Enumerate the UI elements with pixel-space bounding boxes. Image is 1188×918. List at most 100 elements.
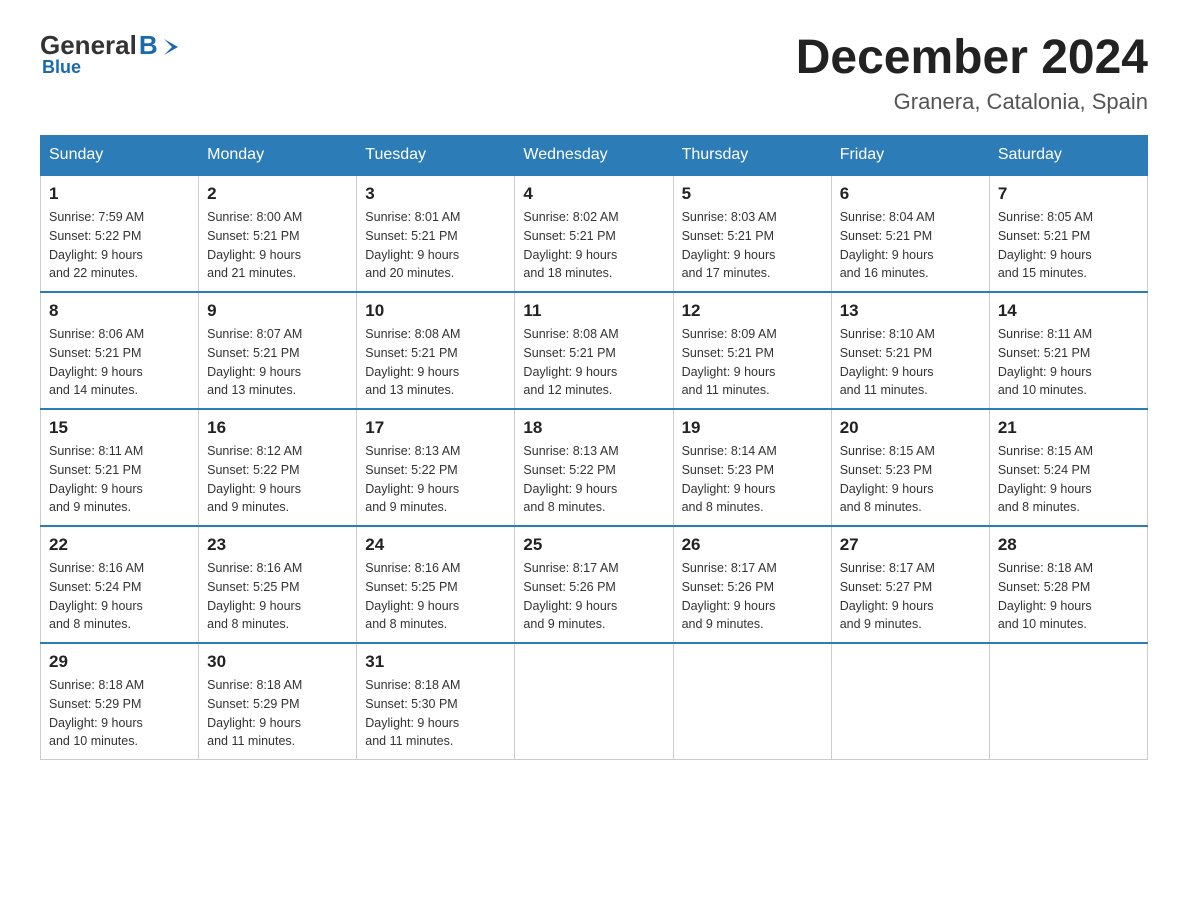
day-info: Sunrise: 8:17 AMSunset: 5:27 PMDaylight:… <box>840 559 981 634</box>
daylight-minutes: and 13 minutes. <box>207 381 348 400</box>
sunset-text: Sunset: 5:21 PM <box>365 227 506 246</box>
calendar-week-5: 29Sunrise: 8:18 AMSunset: 5:29 PMDayligh… <box>41 643 1148 760</box>
day-number: 30 <box>207 652 348 672</box>
day-number: 17 <box>365 418 506 438</box>
daylight-text: Daylight: 9 hours <box>998 363 1139 382</box>
daylight-text: Daylight: 9 hours <box>840 480 981 499</box>
logo: General B Blue <box>40 30 180 78</box>
col-header-thursday: Thursday <box>673 136 831 176</box>
day-number: 23 <box>207 535 348 555</box>
sunrise-text: Sunrise: 8:18 AM <box>998 559 1139 578</box>
day-info: Sunrise: 8:17 AMSunset: 5:26 PMDaylight:… <box>523 559 664 634</box>
daylight-text: Daylight: 9 hours <box>365 597 506 616</box>
sunset-text: Sunset: 5:24 PM <box>998 461 1139 480</box>
sunset-text: Sunset: 5:25 PM <box>207 578 348 597</box>
daylight-minutes: and 8 minutes. <box>49 615 190 634</box>
sunrise-text: Sunrise: 8:06 AM <box>49 325 190 344</box>
day-number: 25 <box>523 535 664 555</box>
sunrise-text: Sunrise: 8:04 AM <box>840 208 981 227</box>
daylight-text: Daylight: 9 hours <box>49 363 190 382</box>
day-number: 12 <box>682 301 823 321</box>
calendar-cell: 23Sunrise: 8:16 AMSunset: 5:25 PMDayligh… <box>199 526 357 643</box>
day-info: Sunrise: 8:06 AMSunset: 5:21 PMDaylight:… <box>49 325 190 400</box>
daylight-text: Daylight: 9 hours <box>682 363 823 382</box>
sunset-text: Sunset: 5:23 PM <box>682 461 823 480</box>
day-number: 21 <box>998 418 1139 438</box>
calendar-week-4: 22Sunrise: 8:16 AMSunset: 5:24 PMDayligh… <box>41 526 1148 643</box>
daylight-minutes: and 13 minutes. <box>365 381 506 400</box>
calendar-cell: 16Sunrise: 8:12 AMSunset: 5:22 PMDayligh… <box>199 409 357 526</box>
day-number: 2 <box>207 184 348 204</box>
sunset-text: Sunset: 5:24 PM <box>49 578 190 597</box>
col-header-friday: Friday <box>831 136 989 176</box>
calendar-cell: 30Sunrise: 8:18 AMSunset: 5:29 PMDayligh… <box>199 643 357 760</box>
day-number: 13 <box>840 301 981 321</box>
day-number: 20 <box>840 418 981 438</box>
calendar-cell <box>673 643 831 760</box>
calendar-cell: 31Sunrise: 8:18 AMSunset: 5:30 PMDayligh… <box>357 643 515 760</box>
day-info: Sunrise: 8:04 AMSunset: 5:21 PMDaylight:… <box>840 208 981 283</box>
calendar-cell: 22Sunrise: 8:16 AMSunset: 5:24 PMDayligh… <box>41 526 199 643</box>
logo-b: B <box>139 30 158 60</box>
sunrise-text: Sunrise: 8:10 AM <box>840 325 981 344</box>
calendar-cell: 7 Sunrise: 8:05 AMSunset: 5:21 PMDaylight… <box>989 175 1147 292</box>
day-info: Sunrise: 8:05 AMSunset: 5:21 PMDaylight:… <box>998 208 1139 283</box>
day-number: 16 <box>207 418 348 438</box>
day-info: Sunrise: 8:13 AMSunset: 5:22 PMDaylight:… <box>523 442 664 517</box>
daylight-minutes: and 12 minutes. <box>523 381 664 400</box>
sunset-text: Sunset: 5:26 PM <box>523 578 664 597</box>
sunset-text: Sunset: 5:21 PM <box>682 227 823 246</box>
sunrise-text: Sunrise: 8:03 AM <box>682 208 823 227</box>
sunset-text: Sunset: 5:25 PM <box>365 578 506 597</box>
title-block: December 2024 Granera, Catalonia, Spain <box>796 30 1148 115</box>
calendar-cell: 14Sunrise: 8:11 AMSunset: 5:21 PMDayligh… <box>989 292 1147 409</box>
day-number: 1 <box>49 184 190 204</box>
calendar-cell: 13Sunrise: 8:10 AMSunset: 5:21 PMDayligh… <box>831 292 989 409</box>
calendar-cell <box>831 643 989 760</box>
page-header: General B Blue December 2024 Granera, Ca… <box>40 30 1148 115</box>
daylight-text: Daylight: 9 hours <box>207 363 348 382</box>
col-header-tuesday: Tuesday <box>357 136 515 176</box>
daylight-minutes: and 21 minutes. <box>207 264 348 283</box>
day-number: 11 <box>523 301 664 321</box>
daylight-text: Daylight: 9 hours <box>998 246 1139 265</box>
sunrise-text: Sunrise: 8:14 AM <box>682 442 823 461</box>
daylight-minutes: and 8 minutes. <box>998 498 1139 517</box>
daylight-minutes: and 9 minutes. <box>207 498 348 517</box>
daylight-text: Daylight: 9 hours <box>49 246 190 265</box>
sunrise-text: Sunrise: 8:02 AM <box>523 208 664 227</box>
sunset-text: Sunset: 5:21 PM <box>365 344 506 363</box>
logo-arrow-icon <box>164 37 180 57</box>
sunrise-text: Sunrise: 8:18 AM <box>49 676 190 695</box>
sunrise-text: Sunrise: 8:17 AM <box>840 559 981 578</box>
day-number: 18 <box>523 418 664 438</box>
calendar: SundayMondayTuesdayWednesdayThursdayFrid… <box>40 135 1148 760</box>
sunrise-text: Sunrise: 8:08 AM <box>523 325 664 344</box>
calendar-cell: 29Sunrise: 8:18 AMSunset: 5:29 PMDayligh… <box>41 643 199 760</box>
daylight-text: Daylight: 9 hours <box>682 480 823 499</box>
calendar-week-1: 1Sunrise: 7:59 AMSunset: 5:22 PMDaylight… <box>41 175 1148 292</box>
day-number: 4 <box>523 184 664 204</box>
daylight-minutes: and 9 minutes. <box>365 498 506 517</box>
day-number: 24 <box>365 535 506 555</box>
sunrise-text: Sunrise: 8:08 AM <box>365 325 506 344</box>
day-info: Sunrise: 8:16 AMSunset: 5:24 PMDaylight:… <box>49 559 190 634</box>
col-header-saturday: Saturday <box>989 136 1147 176</box>
daylight-text: Daylight: 9 hours <box>207 246 348 265</box>
day-info: Sunrise: 8:08 AMSunset: 5:21 PMDaylight:… <box>523 325 664 400</box>
calendar-cell: 11 Sunrise: 8:08 AMSunset: 5:21 PMDayligh… <box>515 292 673 409</box>
day-info: Sunrise: 8:17 AMSunset: 5:26 PMDaylight:… <box>682 559 823 634</box>
day-number: 7 <box>998 184 1139 204</box>
daylight-minutes: and 9 minutes. <box>682 615 823 634</box>
sunrise-text: Sunrise: 8:16 AM <box>207 559 348 578</box>
calendar-cell: 24Sunrise: 8:16 AMSunset: 5:25 PMDayligh… <box>357 526 515 643</box>
day-info: Sunrise: 8:18 AMSunset: 5:29 PMDaylight:… <box>49 676 190 751</box>
col-header-sunday: Sunday <box>41 136 199 176</box>
daylight-minutes: and 10 minutes. <box>998 615 1139 634</box>
daylight-text: Daylight: 9 hours <box>365 714 506 733</box>
daylight-minutes: and 20 minutes. <box>365 264 506 283</box>
calendar-header-row: SundayMondayTuesdayWednesdayThursdayFrid… <box>41 136 1148 176</box>
calendar-cell <box>515 643 673 760</box>
sunset-text: Sunset: 5:21 PM <box>523 344 664 363</box>
calendar-cell: 17Sunrise: 8:13 AMSunset: 5:22 PMDayligh… <box>357 409 515 526</box>
